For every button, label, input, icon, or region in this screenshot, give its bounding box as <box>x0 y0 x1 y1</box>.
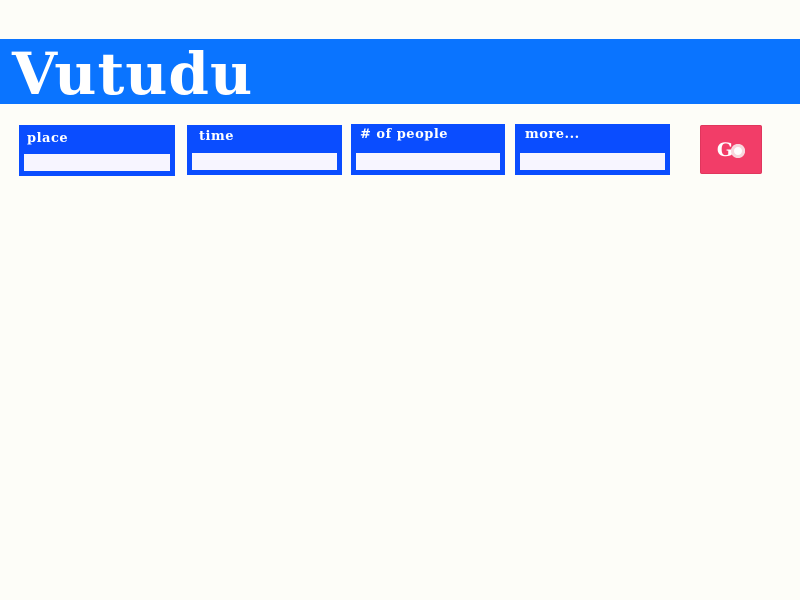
circle-icon <box>731 143 746 158</box>
logo[interactable]: Vutudu <box>12 39 253 108</box>
go-button[interactable]: G <box>700 125 762 174</box>
more-label: more... <box>525 127 580 142</box>
people-field: # of people <box>351 124 505 175</box>
more-field: more... <box>515 124 670 175</box>
time-input[interactable] <box>192 153 337 170</box>
place-field: place <box>19 125 175 176</box>
more-input[interactable] <box>520 153 665 170</box>
people-input[interactable] <box>356 153 500 170</box>
place-input[interactable] <box>24 154 170 171</box>
time-label: time <box>199 129 234 144</box>
place-label: place <box>27 131 69 146</box>
header-bar: Vutudu <box>0 39 800 108</box>
people-label: # of people <box>360 127 449 142</box>
time-field: time <box>187 125 342 175</box>
